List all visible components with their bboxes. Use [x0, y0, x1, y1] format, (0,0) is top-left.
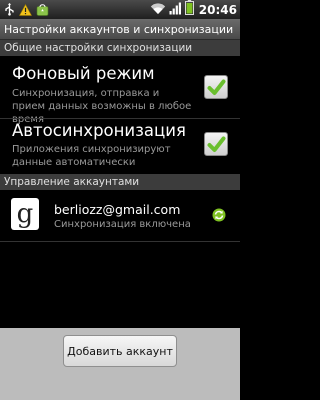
usb-icon[interactable]: [4, 3, 15, 16]
status-icons: 20:46: [150, 0, 237, 19]
checkmark-icon: [207, 79, 226, 95]
section-header-general: Общие настройки синхронизации: [0, 40, 240, 56]
status-clock: 20:46: [198, 2, 237, 17]
pref-summary: Приложения синхронизируют данные автомат…: [12, 144, 171, 168]
checkmark-icon: [207, 136, 226, 152]
account-email: berliozz@gmail.com: [54, 202, 181, 217]
account-row[interactable]: g berliozz@gmail.com Синхронизация включ…: [0, 188, 240, 240]
battery-icon: [184, 0, 194, 19]
screen: 20:46 Настройки аккаунтов и синхронизаци…: [0, 0, 240, 400]
google-icon: g: [11, 198, 39, 230]
signal-icon: [169, 0, 182, 19]
checkbox-auto-sync[interactable]: [204, 132, 228, 156]
pref-auto-sync[interactable]: Автосинхронизация Приложения синхронизир…: [0, 119, 240, 173]
status-bar: 20:46: [0, 0, 240, 19]
warning-icon[interactable]: [19, 3, 32, 16]
wifi-icon: [150, 0, 166, 19]
divider: [0, 241, 240, 242]
add-account-button[interactable]: Добавить аккаунт: [63, 335, 177, 367]
market-icon[interactable]: [36, 3, 49, 16]
sync-icon: [212, 208, 226, 222]
screen-title: Настройки аккаунтов и синхронизации: [0, 19, 240, 40]
account-sync-status: Синхронизация включена: [54, 219, 191, 230]
checkbox-background-data[interactable]: [204, 75, 228, 99]
pref-background-data[interactable]: Фоновый режим Синхронизация, отправка и …: [0, 56, 240, 125]
pref-title: Фоновый режим: [12, 64, 155, 83]
pref-title: Автосинхронизация: [12, 121, 186, 140]
google-icon-letter: g: [16, 199, 34, 229]
